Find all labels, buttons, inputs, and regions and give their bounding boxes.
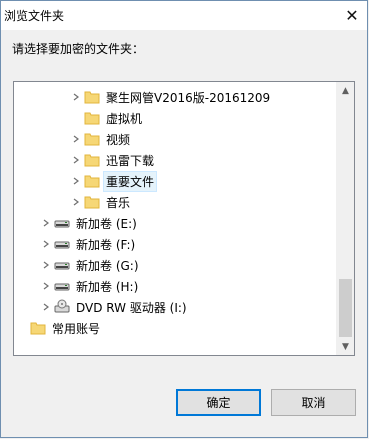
tree-item-label: 音乐 [106, 195, 131, 210]
chevron-right-icon[interactable] [38, 297, 54, 317]
tree-item-label: 虚拟机 [106, 111, 143, 126]
tree-item[interactable]: DVD RW 驱动器 (I:) [38, 297, 189, 317]
chevron-right-icon[interactable] [68, 171, 84, 191]
tree-item[interactable]: 新加卷 (E:) [38, 213, 139, 233]
tree-item-label: 常用账号 [52, 321, 101, 336]
folder-icon [84, 194, 100, 210]
hard-drive-icon [54, 215, 70, 231]
close-button[interactable]: ✕ [337, 1, 367, 30]
tree-item[interactable]: 迅雷下载 [68, 150, 156, 170]
tree-item-label: 新加卷 (H:) [76, 279, 139, 294]
tree-item[interactable]: 音乐 [68, 192, 132, 212]
ok-button[interactable]: 确定 [176, 389, 261, 416]
scroll-up-arrow-icon[interactable]: ▲ [337, 82, 354, 99]
tree-item-label: 视频 [106, 132, 131, 147]
tree-item-label: 新加卷 (E:) [76, 216, 137, 231]
folder-icon [84, 110, 100, 126]
close-icon: ✕ [345, 6, 359, 25]
chevron-right-icon[interactable] [68, 129, 84, 149]
folder-tree-content: 聚生网管V2016版-20161209 虚拟机 视频 迅雷下载 重要文件 音乐 … [14, 82, 337, 355]
tree-item[interactable]: 聚生网管V2016版-20161209 [68, 87, 272, 107]
chevron-right-icon[interactable] [38, 234, 54, 254]
folder-icon [84, 173, 100, 189]
tree-item[interactable]: 常用账号 [22, 318, 102, 338]
tree-item[interactable]: 虚拟机 [68, 108, 144, 128]
tree-item-label: 重要文件 [102, 170, 158, 192]
tree-item-label: 新加卷 (G:) [76, 258, 139, 273]
chevron-right-icon[interactable] [68, 87, 84, 107]
tree-item[interactable]: 新加卷 (G:) [38, 255, 141, 275]
chevron-right-icon[interactable] [38, 276, 54, 296]
hard-drive-icon [54, 278, 70, 294]
tree-item-label: 新加卷 (F:) [76, 237, 136, 252]
tree-item-label: DVD RW 驱动器 (I:) [76, 300, 187, 315]
chevron-right-icon[interactable] [68, 192, 84, 212]
dialog-title: 浏览文件夹 [4, 9, 65, 23]
tree-item-selected[interactable]: 重要文件 [68, 170, 158, 192]
tree-item-label: 迅雷下载 [106, 153, 155, 168]
folder-icon [84, 89, 100, 105]
chevron-right-icon[interactable] [38, 255, 54, 275]
dialog-prompt: 请选择要加密的文件夹： [12, 42, 145, 56]
cancel-button[interactable]: 取消 [271, 389, 356, 416]
vertical-scrollbar[interactable]: ▲ ▼ [336, 82, 354, 355]
hard-drive-icon [54, 257, 70, 273]
hard-drive-icon [54, 236, 70, 252]
scroll-down-arrow-icon[interactable]: ▼ [337, 338, 354, 355]
tree-item[interactable]: 新加卷 (H:) [38, 276, 140, 296]
tree-item[interactable]: 视频 [68, 129, 132, 149]
chevron-right-icon[interactable] [68, 150, 84, 170]
tree-item-label: 聚生网管V2016版-20161209 [106, 90, 271, 105]
browse-folder-dialog: 浏览文件夹 ✕ 请选择要加密的文件夹： 聚生网管V2016版-20161209 … [0, 0, 368, 438]
folder-icon [84, 152, 100, 168]
title-bar: 浏览文件夹 ✕ [1, 1, 367, 30]
scrollbar-thumb[interactable] [339, 279, 352, 337]
folder-icon [30, 320, 46, 336]
chevron-right-icon[interactable] [38, 213, 54, 233]
dvd-drive-icon [54, 299, 70, 315]
folder-icon [84, 131, 100, 147]
tree-item[interactable]: 新加卷 (F:) [38, 234, 137, 254]
folder-tree[interactable]: 聚生网管V2016版-20161209 虚拟机 视频 迅雷下载 重要文件 音乐 … [13, 81, 355, 356]
